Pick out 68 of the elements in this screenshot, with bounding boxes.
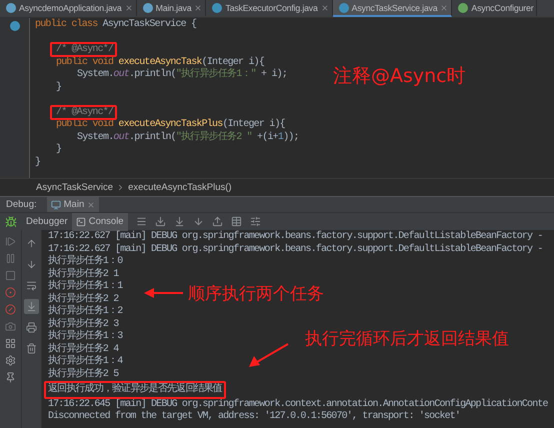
table-icon[interactable] [230,216,242,227]
console-line: 执行异步任务2 3 [48,318,118,330]
file-type-icon [6,2,16,12]
file-type-icon [458,2,468,12]
console-icon [76,216,86,226]
console-line: 17:16:22.627 [main] DEBUG org.springframework.beans.factory.support.DefaultListableBeanFactory - [48,244,542,254]
annotation-text: 注释@Async时 [333,64,466,89]
camera-icon[interactable] [5,321,16,332]
resume-icon[interactable] [5,236,16,247]
code-line: /* @Async*/ [56,44,114,56]
editor-tab[interactable]: AsyncTaskService.java [332,0,452,17]
file-type-icon [338,2,349,12]
console-line: 执行异步任务2 4 [48,344,118,354]
debug-tab[interactable]: Debugger [22,212,72,230]
console-line: 返回执行成功，验证异步是否先返回结果值 [48,384,222,396]
close-icon[interactable] [124,4,133,12]
up-arrow-icon[interactable] [26,238,37,249]
console-line: 17:16:22.627 [main] DEBUG org.springframework.beans.factory.support.DefaultListableBeanFactory - [48,231,542,244]
wrap-text-icon[interactable] [26,280,37,291]
console-line: 17:16:22.645 [main] DEBUG org.springframework.context.annotation.AnnotationConfigApplicationConte [48,398,548,410]
console-line: 执行异步任务1：2 [48,306,122,318]
console-line: 执行异步任务2 2 [48,294,118,304]
layout-icon[interactable] [5,338,16,349]
code-line: } [35,156,40,169]
debug-tab[interactable]: Console [72,212,128,230]
close-icon[interactable] [440,4,448,12]
pause-icon[interactable] [5,253,16,264]
editor-tab[interactable]: Main.java [136,0,206,17]
run-tab[interactable]: Main [46,196,100,212]
class-icon [10,21,20,31]
menu-icon[interactable] [136,216,147,227]
breadcrumb-item[interactable]: AsyncTaskService [36,182,114,193]
code-line: System.out.println("执行异步任务1：" + i); [77,69,288,82]
panel-label: Debug: [6,199,37,210]
trash-icon[interactable] [26,343,37,354]
scroll-to-end-icon[interactable] [26,301,37,312]
down-arrow-icon[interactable] [26,259,37,270]
code-line: } [56,144,62,156]
settings-icon[interactable] [5,355,16,366]
sliders-icon[interactable] [250,216,261,227]
stop-icon[interactable] [5,270,16,281]
code-line: } [56,82,62,94]
console-line: 执行异步任务2 5 [48,368,118,381]
file-type-icon [212,2,222,12]
breakpoints-icon[interactable] [5,287,16,298]
file-type-icon [142,2,153,12]
console-line: 执行异步任务1：4 [48,356,122,368]
code-line: /* @Async*/ [56,106,114,119]
mute-breakpoints-icon[interactable] [5,304,16,315]
printer-icon[interactable] [26,322,37,333]
console-line: 执行异步任务2 1 [48,268,118,280]
console-line: 执行异步任务1：1 [48,281,122,292]
code-line: public void executeAsyncTaskPlus(Integer i){ [56,119,285,130]
close-icon[interactable] [320,4,329,12]
breadcrumb-item[interactable]: executeAsyncTaskPlus() [128,182,232,193]
window-icon [50,200,61,210]
console-line: 执行异步任务1：0 [48,256,122,268]
close-icon[interactable] [87,200,96,208]
console-line: Disconnected from the target VM, address: '127.0.0.1:56070', transport: 'socket' [48,411,460,424]
console-line: 执行异步任务1：3 [48,331,122,342]
code-line: public class AsyncTaskService { [35,19,196,32]
code-line: System.out.println("执行异步任务2 " +(i+1)); [77,132,299,144]
code-line: public void executeAsyncTask(Integer i){ [56,56,264,68]
annotation-text: 执行完循环后才返回结果值 [305,328,509,350]
close-icon[interactable] [194,4,202,12]
annotation-text: 顺序执行两个任务 [188,283,324,305]
pin-icon[interactable] [5,372,16,383]
bug-icon [5,216,17,228]
